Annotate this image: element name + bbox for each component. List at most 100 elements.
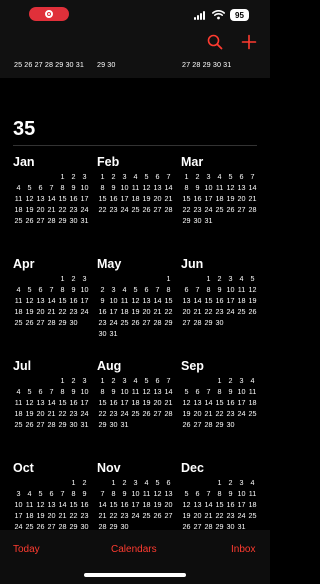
day-cell[interactable]: 2 bbox=[119, 478, 130, 487]
day-cell[interactable]: 12 bbox=[181, 398, 192, 407]
day-cell[interactable]: 13 bbox=[192, 500, 203, 509]
day-cell[interactable]: 27 bbox=[192, 420, 203, 429]
day-cell[interactable]: 20 bbox=[141, 307, 152, 316]
day-cell[interactable]: 6 bbox=[152, 172, 163, 181]
day-cell[interactable]: 15 bbox=[97, 398, 108, 407]
day-cell[interactable]: 22 bbox=[57, 307, 68, 316]
day-cell[interactable]: 1 bbox=[163, 274, 174, 283]
day-cell[interactable]: 14 bbox=[247, 183, 258, 192]
day-cell[interactable]: 26 bbox=[141, 205, 152, 214]
day-cell[interactable]: 31 bbox=[119, 420, 130, 429]
day-cell[interactable]: 19 bbox=[130, 307, 141, 316]
day-cell[interactable]: 21 bbox=[97, 511, 108, 520]
day-cell[interactable]: 8 bbox=[163, 285, 174, 294]
day-cell[interactable]: 22 bbox=[57, 205, 68, 214]
day-cell[interactable]: 16 bbox=[119, 500, 130, 509]
day-cell[interactable]: 25 bbox=[247, 511, 258, 520]
day-cell[interactable]: 7 bbox=[46, 387, 57, 396]
day-cell[interactable]: 11 bbox=[130, 387, 141, 396]
day-cell[interactable]: 18 bbox=[247, 500, 258, 509]
day-cell[interactable]: 14 bbox=[192, 296, 203, 305]
day-cell[interactable]: 14 bbox=[163, 387, 174, 396]
day-cell[interactable]: 4 bbox=[141, 478, 152, 487]
day-cell[interactable]: 3 bbox=[13, 489, 24, 498]
day-cell[interactable]: 18 bbox=[214, 194, 225, 203]
day-cell[interactable]: 2 bbox=[79, 478, 90, 487]
day-cell[interactable]: 13 bbox=[163, 489, 174, 498]
day-cell[interactable]: 21 bbox=[163, 398, 174, 407]
day-cell[interactable]: 24 bbox=[236, 511, 247, 520]
day-cell[interactable]: 7 bbox=[57, 489, 68, 498]
day-cell[interactable]: 7 bbox=[46, 285, 57, 294]
day-cell[interactable]: 29 bbox=[214, 420, 225, 429]
day-cell[interactable]: 15 bbox=[181, 194, 192, 203]
day-cell[interactable]: 9 bbox=[108, 183, 119, 192]
day-cell[interactable]: 3 bbox=[130, 478, 141, 487]
day-cell[interactable]: 6 bbox=[46, 489, 57, 498]
day-cell[interactable]: 10 bbox=[225, 285, 236, 294]
day-cell[interactable]: 26 bbox=[225, 205, 236, 214]
day-cell[interactable]: 2 bbox=[225, 478, 236, 487]
day-cell[interactable]: 26 bbox=[152, 511, 163, 520]
day-cell[interactable]: 6 bbox=[35, 183, 46, 192]
day-cell[interactable]: 15 bbox=[214, 500, 225, 509]
day-cell[interactable]: 4 bbox=[119, 285, 130, 294]
day-cell[interactable]: 11 bbox=[247, 387, 258, 396]
day-cell[interactable]: 18 bbox=[24, 511, 35, 520]
day-cell[interactable]: 3 bbox=[225, 274, 236, 283]
month-may[interactable]: May 1 2 3 4 5 6 7 8 9 10 11 12 13 14 15 16 17 18 19 20 21 22 23… bbox=[97, 257, 175, 338]
day-cell[interactable]: 21 bbox=[203, 511, 214, 520]
day-cell[interactable]: 15 bbox=[203, 296, 214, 305]
day-cell[interactable]: 7 bbox=[152, 285, 163, 294]
day-cell[interactable]: 4 bbox=[13, 285, 24, 294]
day-cell[interactable]: 20 bbox=[163, 500, 174, 509]
day-cell[interactable]: 27 bbox=[35, 420, 46, 429]
day-cell[interactable]: 17 bbox=[236, 398, 247, 407]
day-cell[interactable]: 15 bbox=[57, 296, 68, 305]
day-cell[interactable]: 21 bbox=[163, 194, 174, 203]
day-cell[interactable]: 7 bbox=[192, 285, 203, 294]
day-cell[interactable]: 9 bbox=[225, 387, 236, 396]
day-cell[interactable]: 1 bbox=[214, 376, 225, 385]
day-cell[interactable]: 14 bbox=[46, 398, 57, 407]
day-cell[interactable]: 10 bbox=[119, 183, 130, 192]
day-cell[interactable]: 11 bbox=[119, 296, 130, 305]
day-cell[interactable]: 10 bbox=[79, 183, 90, 192]
day-cell[interactable]: 15 bbox=[97, 194, 108, 203]
day-cell[interactable]: 12 bbox=[247, 285, 258, 294]
day-cell[interactable]: 22 bbox=[163, 307, 174, 316]
day-cell[interactable]: 16 bbox=[108, 398, 119, 407]
day-cell[interactable]: 3 bbox=[119, 172, 130, 181]
day-cell[interactable]: 23 bbox=[214, 307, 225, 316]
day-cell[interactable]: 6 bbox=[192, 387, 203, 396]
day-cell[interactable]: 29 bbox=[181, 216, 192, 225]
day-cell[interactable]: 16 bbox=[79, 500, 90, 509]
day-cell[interactable]: 5 bbox=[181, 387, 192, 396]
day-cell[interactable]: 25 bbox=[214, 205, 225, 214]
day-cell[interactable]: 17 bbox=[203, 194, 214, 203]
day-cell[interactable]: 3 bbox=[79, 274, 90, 283]
day-cell[interactable]: 11 bbox=[130, 183, 141, 192]
day-cell[interactable]: 4 bbox=[214, 172, 225, 181]
day-cell[interactable]: 18 bbox=[247, 398, 258, 407]
day-cell[interactable]: 9 bbox=[79, 489, 90, 498]
day-cell[interactable]: 22 bbox=[214, 409, 225, 418]
day-cell[interactable]: 20 bbox=[181, 307, 192, 316]
day-cell[interactable]: 14 bbox=[203, 500, 214, 509]
day-cell[interactable]: 13 bbox=[152, 387, 163, 396]
day-cell[interactable]: 7 bbox=[163, 376, 174, 385]
day-cell[interactable]: 3 bbox=[236, 478, 247, 487]
day-cell[interactable]: 11 bbox=[13, 398, 24, 407]
day-cell[interactable]: 12 bbox=[24, 296, 35, 305]
day-cell[interactable]: 22 bbox=[97, 205, 108, 214]
day-cell[interactable]: 16 bbox=[68, 296, 79, 305]
day-cell[interactable]: 22 bbox=[57, 409, 68, 418]
day-cell[interactable]: 1 bbox=[57, 274, 68, 283]
add-icon[interactable] bbox=[241, 34, 257, 50]
day-cell[interactable]: 15 bbox=[163, 296, 174, 305]
day-cell[interactable]: 10 bbox=[79, 387, 90, 396]
day-cell[interactable]: 25 bbox=[141, 511, 152, 520]
day-cell[interactable]: 2 bbox=[68, 274, 79, 283]
day-cell[interactable]: 15 bbox=[68, 500, 79, 509]
month-jul[interactable]: Jul 1 2 3 4 5 6 7 8 9 10 11 12 13 14 15 16 17 18 19 20 21 22 23… bbox=[13, 359, 91, 429]
